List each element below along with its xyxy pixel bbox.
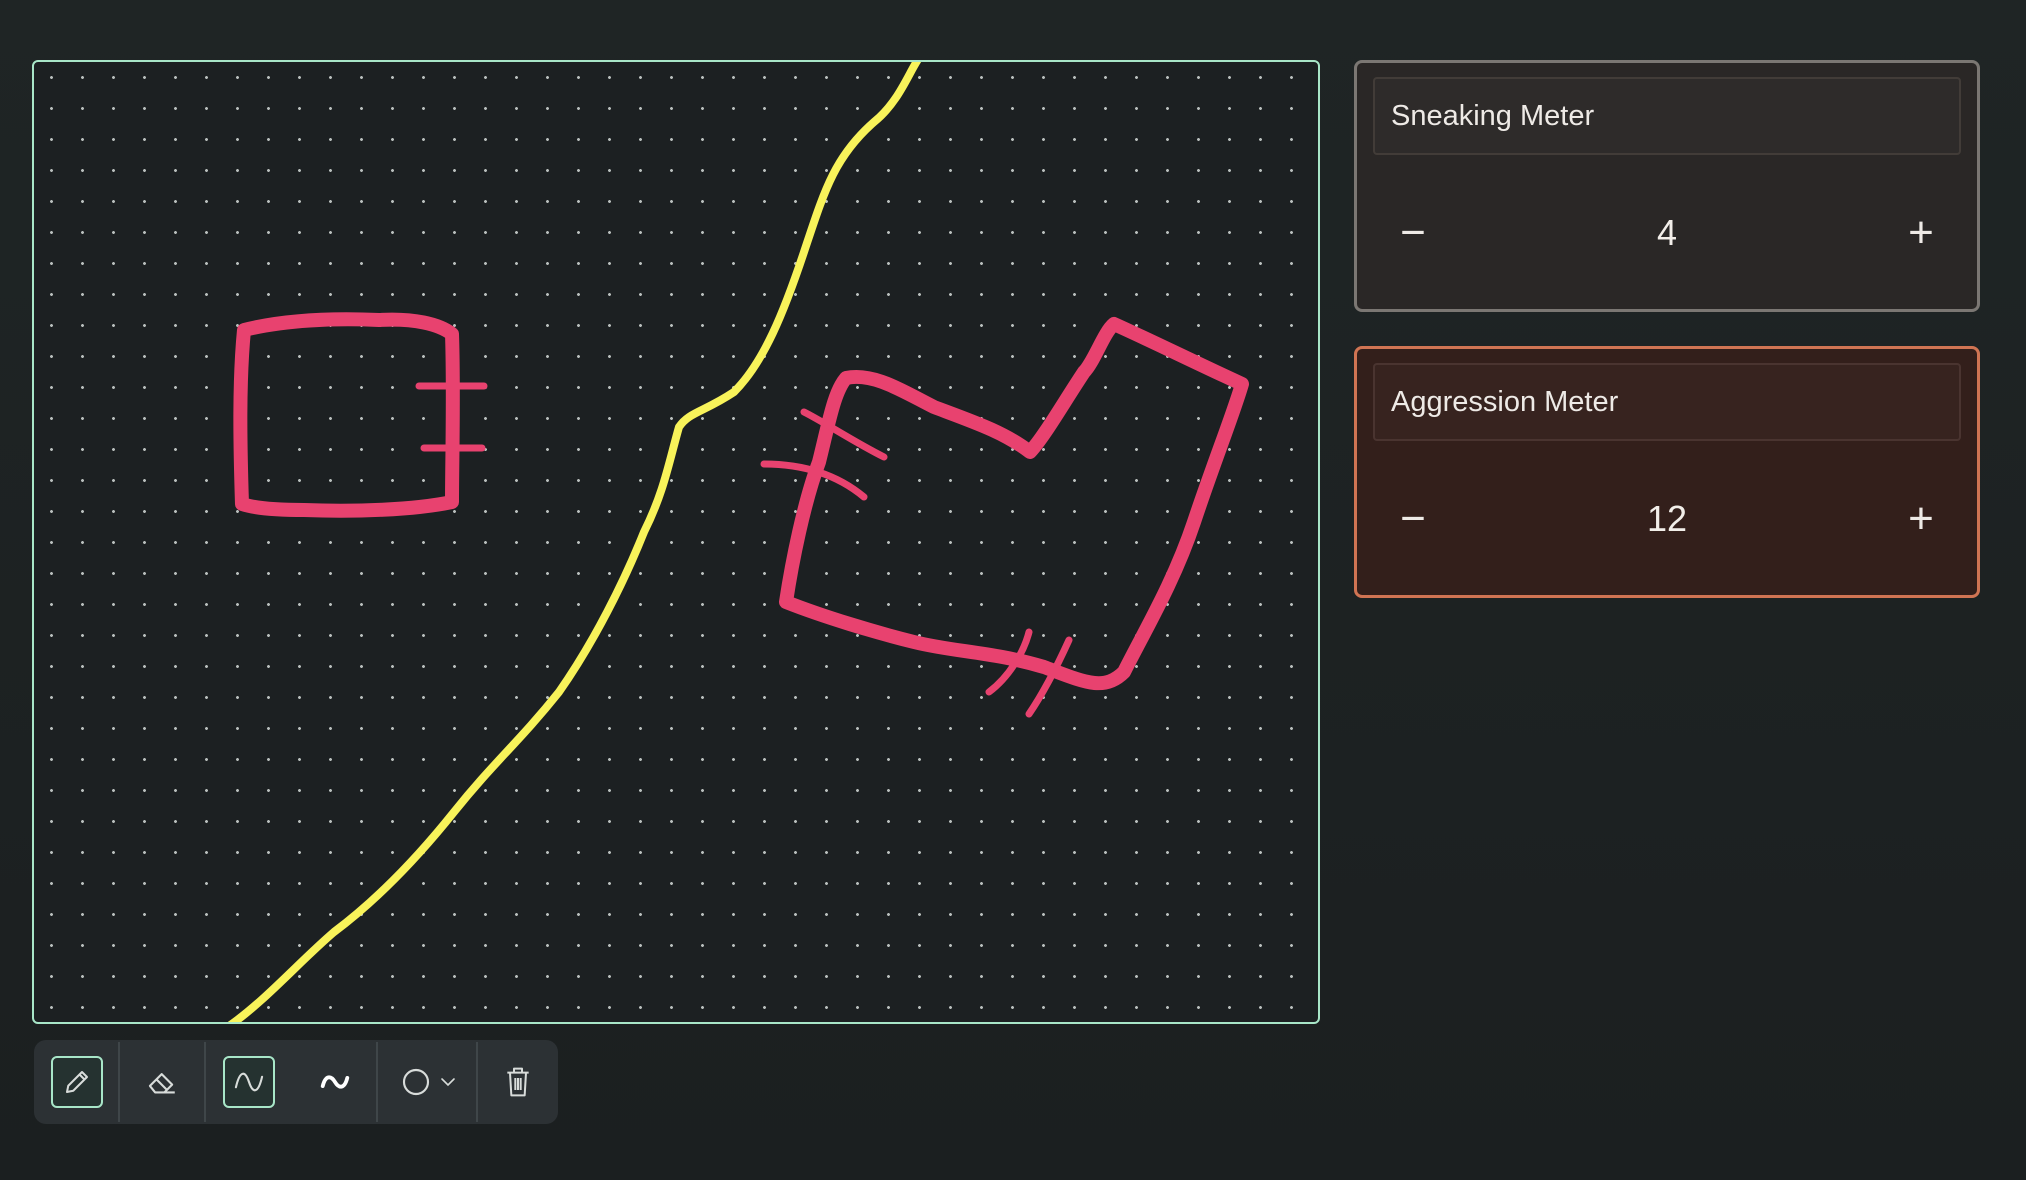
tool-shape[interactable]: [378, 1040, 478, 1124]
drawing-canvas[interactable]: [32, 60, 1320, 1024]
eraser-button[interactable]: [137, 1056, 189, 1108]
meter-stepper: − 12 +: [1357, 479, 1977, 559]
increment-button[interactable]: +: [1881, 193, 1961, 273]
tool-smooth-curve[interactable]: [206, 1040, 292, 1124]
aggression-meter-panel: Aggression Meter − 12 +: [1354, 346, 1980, 598]
pencil-icon: [66, 1071, 88, 1093]
yellow-stroke: [227, 62, 922, 1022]
increment-button[interactable]: +: [1881, 479, 1961, 559]
trash-icon: [507, 1067, 529, 1097]
pink-square-stroke: [233, 312, 460, 518]
pink-polygon-stroke: [779, 317, 1249, 691]
smooth-curve-button[interactable]: [223, 1056, 275, 1108]
canvas-strokes: [227, 62, 1249, 1022]
wave-button[interactable]: [309, 1056, 361, 1108]
wave-icon: [320, 1075, 350, 1089]
meter-title[interactable]: Sneaking Meter: [1373, 77, 1961, 155]
shape-dropdown[interactable]: [400, 1066, 456, 1098]
tool-eraser[interactable]: [120, 1040, 206, 1124]
drawing-toolbar: [34, 1040, 558, 1124]
circle-shape-icon: [402, 1068, 430, 1096]
tool-wave[interactable]: [292, 1040, 378, 1124]
pencil-button[interactable]: [51, 1056, 103, 1108]
sneaking-meter-panel: Sneaking Meter − 4 +: [1354, 60, 1980, 312]
chevron-down-icon: [441, 1078, 455, 1087]
smooth-curve-icon: [234, 1072, 264, 1092]
tool-clear[interactable]: [478, 1040, 558, 1124]
meter-title[interactable]: Aggression Meter: [1373, 363, 1961, 441]
meter-stepper: − 4 +: [1357, 193, 1977, 273]
clear-canvas-button[interactable]: [492, 1056, 544, 1108]
tool-pencil[interactable]: [34, 1040, 120, 1124]
eraser-icon: [148, 1073, 175, 1094]
